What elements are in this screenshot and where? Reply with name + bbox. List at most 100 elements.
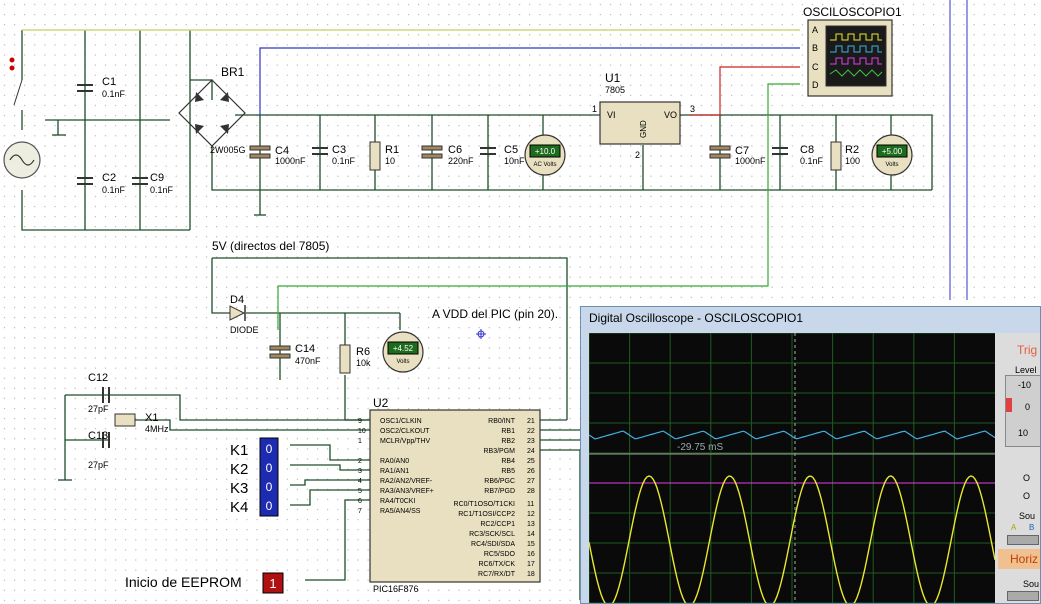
c4-value: 1000nF [275, 156, 306, 166]
u1-vo: VO [664, 110, 677, 120]
c1-value: 0.1nF [102, 89, 126, 99]
logic-toggle-k4: 0 [266, 499, 273, 513]
c8-value: 0.1nF [800, 156, 824, 166]
d4-part: DIODE [230, 325, 259, 335]
key-k3: K3 [230, 480, 248, 497]
resistor-r2[interactable]: R2 100 [830, 141, 860, 171]
trigger-label: Trig [1017, 343, 1038, 357]
mcu-pin-name: RA1/AN1 [380, 468, 409, 475]
mcu-pin-number: 24 [527, 448, 535, 455]
x1-ref: X1 [145, 412, 158, 424]
c2-value: 0.1nF [102, 185, 126, 195]
panel-ch-b: B [1029, 523, 1035, 532]
key-k4: K4 [230, 499, 248, 516]
horizontal-label: Horiz [1010, 552, 1039, 566]
c8-ref: C8 [800, 144, 814, 156]
eeprom-toggle[interactable]: 1 [262, 572, 284, 594]
r6-ref: R6 [356, 346, 370, 358]
bridge-ref: BR1 [221, 65, 245, 79]
c12-ref: C12 [88, 372, 108, 384]
mcu-pin-name: RB4 [501, 458, 515, 465]
r2-ref: R2 [845, 144, 859, 156]
eeprom-label: Inicio de EEPROM [125, 574, 242, 590]
mcu-pin-number: 28 [527, 488, 535, 495]
mcu-pin-number: 3 [358, 468, 362, 475]
logic-toggle-k1: 0 [266, 442, 273, 456]
voltmeter-avdd[interactable]: +4.52 Volts [382, 331, 424, 373]
bridge-part: 2W005G [210, 145, 246, 155]
mcu-pin-name: RA5/AN4/SS [380, 508, 421, 515]
mcu-pin-name: RC6/TX/CK [478, 561, 515, 568]
level-label: Level [1015, 365, 1037, 375]
mcu-pin-name: RC4/SDI/SDA [471, 541, 515, 548]
u2-ref: U2 [373, 396, 389, 410]
u2-part: PIC16F876 [373, 584, 419, 594]
c3-value: 0.1nF [332, 156, 356, 166]
horizontal-source-label: Sou [1023, 579, 1040, 589]
panel-label-sou: Sou [1019, 511, 1036, 521]
mcu-pin-name: RB3/PGM [483, 448, 515, 455]
source-slider[interactable] [1007, 535, 1039, 545]
mcu-pin-number: 6 [358, 498, 362, 505]
mcu-pin-name: RB1 [501, 428, 515, 435]
c13-ref: C13 [88, 430, 108, 442]
mcu-pin-number: 13 [527, 521, 535, 528]
mcu-pin-name: RA3/AN3/VREF+ [380, 488, 434, 495]
mcu-pin-number: 15 [527, 541, 535, 548]
mcu-pin-name: RC3/SCK/SCL [469, 531, 515, 538]
oscilloscope-screen[interactable]: -29.75 mS [588, 332, 996, 603]
mcu-pin-number: 14 [527, 531, 535, 538]
d4-ref: D4 [230, 294, 244, 306]
avdd-meter-units: Volts [396, 359, 409, 365]
knob-tick-zero: 0 [1025, 402, 1031, 412]
panel-label-o1: O [1023, 473, 1031, 483]
mcu-pin-name: RC5/SDO [484, 551, 516, 558]
u1-vi: VI [607, 110, 616, 120]
horizontal-source-slider[interactable] [1007, 591, 1039, 601]
voltmeter-5v[interactable]: +5.00 Volts [871, 134, 913, 176]
mcu-pin-name: RB2 [501, 438, 515, 445]
c2-ref: C2 [102, 172, 116, 184]
u1-part: 7805 [605, 85, 625, 95]
mcu-pin-number: 22 [527, 428, 535, 435]
osc-ch-d: D [812, 80, 819, 90]
mcu-pin-name: MCLR/Vpp/THV [380, 438, 431, 445]
oscilloscope-controls: Trig Level -10 0 10 O O Sou A B Horiz So… [995, 333, 1040, 603]
mcu-u2[interactable]: U2 PIC16F876 OSC1/CLKIN 9 OSC2/CLKOUT 10 MCL… [358, 396, 541, 594]
mcu-pin-number: 10 [358, 428, 366, 435]
dc-meter-units: Volts [885, 162, 898, 168]
mcu-pin-number: 4 [358, 478, 362, 485]
c3-ref: C3 [332, 144, 346, 156]
eeprom-value: 1 [269, 576, 276, 591]
resistor-r1[interactable]: R1 10 [369, 141, 399, 171]
mcu-pin-number: 21 [527, 418, 535, 425]
mcu-pin-number: 25 [527, 458, 535, 465]
oscilloscope-window[interactable]: Digital Oscilloscope - OSCILOSCOPIO1 -29… [580, 306, 1041, 604]
c14-value: 470nF [295, 356, 321, 366]
osc-instrument-label: OSCILOSCOPIO1 [803, 5, 902, 19]
logic-toggles[interactable]: 0 0 0 0 [259, 437, 279, 517]
u1-gnd: GND [639, 120, 648, 138]
u1-pin3: 3 [690, 104, 695, 114]
mcu-pin-name: OSC2/CLKOUT [380, 428, 430, 435]
c1-ref: C1 [102, 76, 116, 88]
c12-value: 27pF [88, 404, 109, 414]
c9-ref: C9 [150, 172, 164, 184]
mcu-pin-number: 23 [527, 438, 535, 445]
level-knob[interactable]: -10 0 10 [1005, 375, 1040, 447]
ac-meter-reading: +10.0 [535, 147, 556, 156]
mcu-pin-name: RA4/T0CKI [380, 498, 415, 505]
note-avdd: A VDD del PIC (pin 20). [432, 307, 558, 321]
cursor-readout: -29.75 mS [677, 442, 723, 453]
r2-value: 100 [845, 156, 860, 166]
mcu-pin-name: RC0/T1OSO/T1CKI [454, 501, 516, 508]
c9-value: 0.1nF [150, 185, 174, 195]
voltmeter-ac[interactable]: +10.0 AC Volts [524, 134, 566, 176]
oscilloscope-symbol[interactable]: OSCILOSCOPIO1 A B C D [803, 5, 902, 97]
ac-meter-units: AC Volts [533, 162, 556, 168]
r1-ref: R1 [385, 144, 399, 156]
mcu-pin-name: RA2/AN2/VREF- [380, 478, 433, 485]
ac-source[interactable] [3, 141, 41, 179]
mcu-pin-name: RB6/PGC [484, 478, 515, 485]
c5-value: 10nF [504, 156, 525, 166]
